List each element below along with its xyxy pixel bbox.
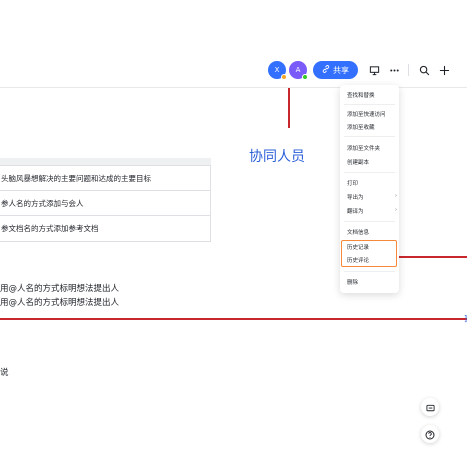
link-icon (322, 65, 330, 75)
avatar-initial: A (295, 66, 301, 74)
menu-item-find-replace[interactable]: 查找和替换 (347, 91, 375, 99)
history-highlight-box (341, 240, 397, 267)
menu-item-doc-info[interactable]: 文档信息 (347, 228, 369, 236)
share-button[interactable]: 共享 (313, 61, 358, 79)
collaborator-avatar[interactable]: A (289, 61, 308, 80)
body-text-fragment[interactable]: 说 (0, 366, 9, 378)
collaborator-annotation-label: 协同人员 (249, 149, 305, 165)
menu-item-print[interactable]: 打印 (347, 179, 358, 187)
chevron-right-icon: › (395, 193, 397, 199)
menu-item-export[interactable]: 导出为 › (347, 193, 397, 201)
collaborator-avatar[interactable]: X (268, 61, 287, 80)
menu-divider (344, 104, 395, 105)
comment-icon (425, 398, 435, 417)
table-header-bar (0, 158, 211, 165)
share-label: 共享 (333, 65, 349, 75)
document-toolbar: X A 共享 (0, 0, 467, 88)
menu-divider (344, 172, 395, 173)
annotation-pointer-line (288, 88, 290, 128)
search-icon[interactable] (416, 62, 432, 78)
help-icon (425, 425, 435, 444)
menu-divider (344, 271, 395, 272)
menu-item-add-folder[interactable]: 添加至文件夹 (347, 144, 380, 152)
chevron-right-icon: › (395, 207, 397, 213)
table-row[interactable]: 参文档名的方式添加参考文档 (0, 216, 210, 241)
annotation-horizontal-line (0, 318, 467, 320)
body-line[interactable]: 用@人名的方式标明想法提出人 (0, 296, 119, 308)
menu-divider (344, 136, 395, 137)
presentation-icon[interactable] (366, 62, 382, 78)
help-button[interactable] (421, 425, 439, 443)
toolbar-divider (408, 64, 409, 76)
document-table: 头脑风暴想解决的主要问题和达成的主要目标 参人名的方式添加与会人 参文档名的方式… (0, 165, 211, 242)
table-row[interactable]: 头脑风暴想解决的主要问题和达成的主要目标 (0, 166, 210, 191)
menu-item-quick-access[interactable]: 添加至快速访问 (347, 110, 386, 118)
avatar-status-dot (281, 74, 287, 80)
plus-icon[interactable] (436, 62, 452, 78)
body-line[interactable]: 用@人名的方式标明想法提出人 (0, 282, 119, 294)
annotation-menu-line (398, 256, 467, 258)
avatar-initial: X (274, 66, 280, 74)
menu-item-delete[interactable]: 删除 (347, 278, 358, 286)
menu-item-translate[interactable]: 翻译为 › (347, 207, 397, 215)
comment-button[interactable] (421, 398, 439, 416)
more-icon[interactable] (386, 62, 402, 78)
avatar-status-dot (302, 74, 308, 80)
menu-item-duplicate[interactable]: 创建副本 (347, 158, 369, 166)
table-row[interactable]: 参人名的方式添加与会人 (0, 191, 210, 216)
menu-divider (344, 221, 395, 222)
menu-item-favorites[interactable]: 添加至收藏 (347, 123, 375, 131)
